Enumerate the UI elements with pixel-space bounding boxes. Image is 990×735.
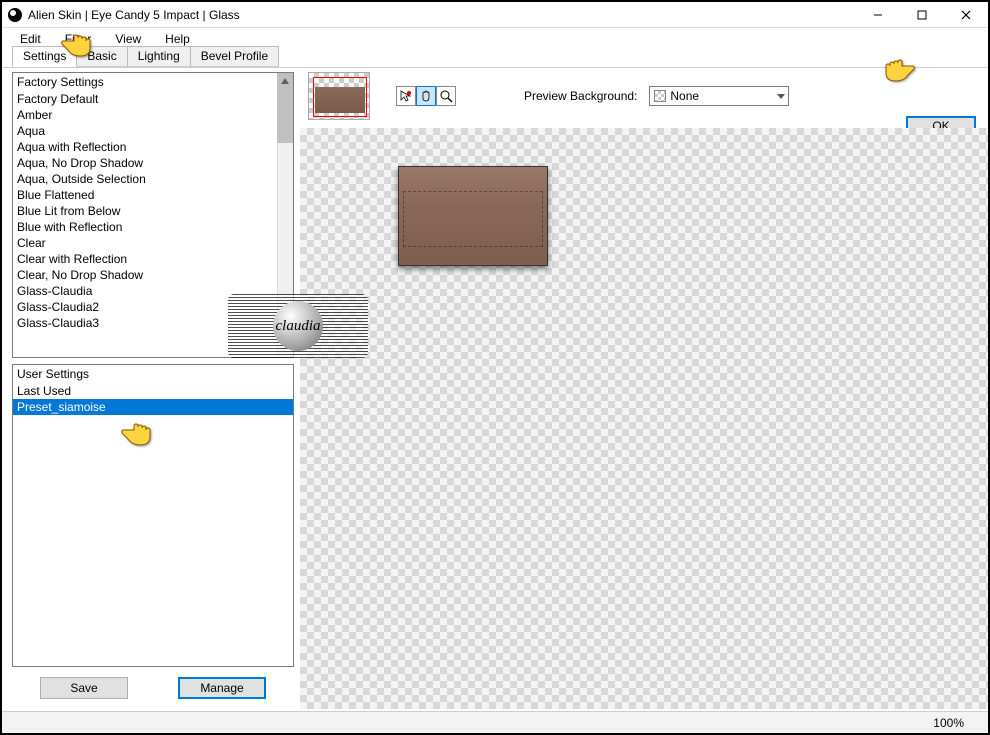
user-settings-header: User Settings bbox=[13, 365, 293, 383]
list-item[interactable]: Aqua, No Drop Shadow bbox=[13, 155, 293, 171]
list-item[interactable]: Last Used bbox=[13, 383, 293, 399]
factory-settings-header: Factory Settings bbox=[13, 73, 293, 91]
list-item[interactable]: Glass-Claudia2 bbox=[13, 299, 293, 315]
list-item[interactable]: Factory Default bbox=[13, 91, 293, 107]
minimize-button[interactable] bbox=[856, 2, 900, 28]
preview-background-value: None bbox=[670, 89, 699, 103]
preview-image bbox=[398, 166, 548, 266]
preview-background-select[interactable]: None bbox=[649, 86, 789, 106]
tab-settings[interactable]: Settings bbox=[12, 46, 77, 67]
list-item[interactable]: Clear bbox=[13, 235, 293, 251]
settings-panel: Factory Settings Factory DefaultAmberAqu… bbox=[2, 68, 300, 709]
navigator-selection bbox=[313, 77, 367, 117]
zoom-tool[interactable] bbox=[436, 86, 456, 106]
hand-tool[interactable] bbox=[416, 86, 436, 106]
titlebar: Alien Skin | Eye Candy 5 Impact | Glass bbox=[2, 2, 988, 28]
manage-button[interactable]: Manage bbox=[178, 677, 266, 699]
list-item[interactable]: Glass-Claudia3 bbox=[13, 315, 293, 331]
chevron-down-icon bbox=[776, 90, 786, 102]
list-item[interactable]: Glass-Claudia bbox=[13, 283, 293, 299]
list-item[interactable]: Clear, No Drop Shadow bbox=[13, 267, 293, 283]
pointer-tool[interactable] bbox=[396, 86, 416, 106]
list-item[interactable]: Aqua bbox=[13, 123, 293, 139]
tab-bevel-profile[interactable]: Bevel Profile bbox=[190, 46, 279, 67]
user-settings-list[interactable]: User Settings Last UsedPreset_siamoise bbox=[12, 364, 294, 667]
preset-buttons: Save Manage bbox=[12, 673, 294, 703]
list-item[interactable]: Aqua with Reflection bbox=[13, 139, 293, 155]
transparency-icon bbox=[654, 90, 666, 102]
window-title: Alien Skin | Eye Candy 5 Impact | Glass bbox=[28, 8, 856, 22]
list-item[interactable]: Preset_siamoise bbox=[13, 399, 293, 415]
navigator-thumbnail[interactable] bbox=[308, 72, 370, 120]
save-button[interactable]: Save bbox=[40, 677, 128, 699]
zoom-level: 100% bbox=[933, 716, 964, 730]
list-item[interactable]: Blue Lit from Below bbox=[13, 203, 293, 219]
tab-basic[interactable]: Basic bbox=[76, 46, 127, 67]
maximize-button[interactable] bbox=[900, 2, 944, 28]
list-item[interactable]: Clear with Reflection bbox=[13, 251, 293, 267]
close-button[interactable] bbox=[944, 2, 988, 28]
preview-background-label: Preview Background: bbox=[524, 89, 637, 103]
factory-settings-list[interactable]: Factory Settings Factory DefaultAmberAqu… bbox=[12, 72, 294, 358]
list-item[interactable]: Blue with Reflection bbox=[13, 219, 293, 235]
preview-pane: Preview Background: None OK Cancel bbox=[300, 68, 988, 709]
scrollbar[interactable] bbox=[277, 73, 293, 357]
statusbar: 100% bbox=[2, 711, 988, 733]
tabbar: Settings Basic Lighting Bevel Profile bbox=[2, 48, 988, 68]
preview-toolbar: Preview Background: None bbox=[300, 68, 988, 123]
preview-canvas[interactable] bbox=[300, 128, 988, 709]
tab-lighting[interactable]: Lighting bbox=[127, 46, 191, 67]
list-item[interactable]: Blue Flattened bbox=[13, 187, 293, 203]
app-icon bbox=[8, 8, 22, 22]
list-item[interactable]: Aqua, Outside Selection bbox=[13, 171, 293, 187]
list-item[interactable]: Amber bbox=[13, 107, 293, 123]
